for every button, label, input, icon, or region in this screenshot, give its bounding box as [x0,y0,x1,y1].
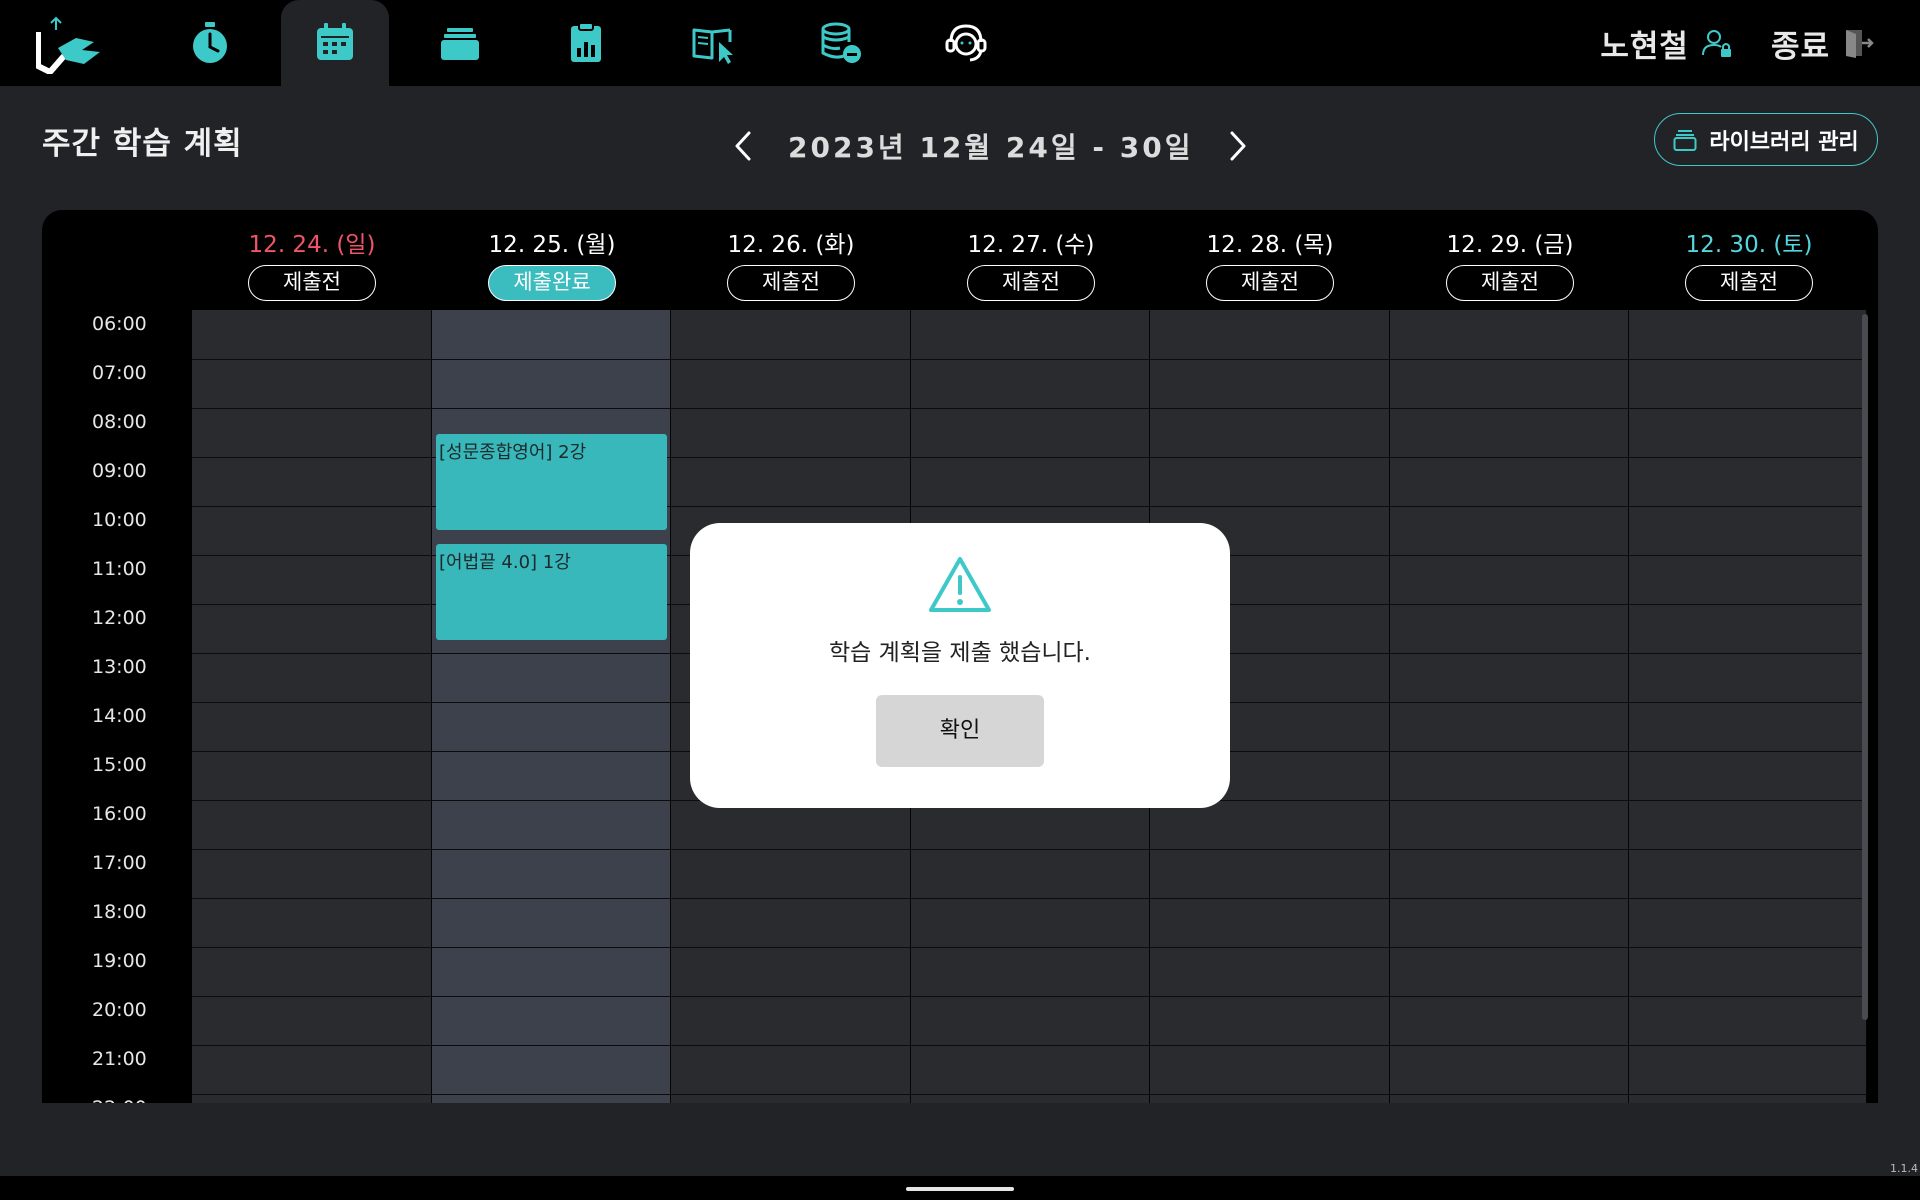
support-headset-icon [945,24,987,62]
app-logo[interactable] [35,16,106,75]
database-icon [821,22,861,63]
calendar-scrollbar[interactable] [1862,314,1868,1020]
time-label: 16:00 [92,803,147,825]
day-header: 12. 28. (목) 제출전 [1150,210,1390,310]
time-label: 11:00 [92,558,147,580]
nav-study[interactable] [660,0,768,86]
time-label: 14:00 [92,705,147,727]
hour-gridline [192,898,1867,899]
timer-icon [193,22,227,63]
time-label: 06:00 [92,313,147,335]
day-column-selected[interactable] [432,310,671,1103]
study-event[interactable]: [어법끝 4.0] 1강 [436,543,667,640]
nav-report[interactable] [532,0,640,86]
time-label: 09:00 [92,460,147,482]
day-status-badge[interactable]: 제출전 [248,265,376,301]
day-header: 12. 25. (월) 제출완료 [432,210,672,310]
day-status-badge[interactable]: 제출완료 [488,265,616,301]
day-status-badge[interactable]: 제출전 [1685,265,1813,301]
nav-calendar[interactable] [281,0,389,86]
user-area: 노현철 종료 [1600,0,1874,86]
prev-week-button[interactable] [728,126,758,166]
hour-gridline [192,359,1867,360]
time-label: 20:00 [92,999,147,1021]
hour-gridline [192,996,1867,997]
hour-gridline [192,947,1867,948]
time-label: 15:00 [92,754,147,776]
page-title: 주간 학습 계획 [42,126,243,162]
day-status-badge[interactable]: 제출전 [1446,265,1574,301]
day-column[interactable] [1629,310,1867,1103]
time-label: 19:00 [92,950,147,972]
confirm-button[interactable]: 확인 [876,695,1044,767]
chevron-left-icon [735,131,751,161]
day-header: 12. 26. (화) 제출전 [671,210,911,310]
library-stack-icon [441,28,479,60]
day-header: 12. 29. (금) 제출전 [1390,210,1630,310]
day-column[interactable] [192,310,432,1103]
top-nav: 노현철 종료 [0,0,1920,86]
time-label: 08:00 [92,411,147,433]
time-label: 17:00 [92,852,147,874]
home-indicator[interactable] [906,1187,1014,1191]
time-label: 18:00 [92,901,147,923]
time-label: 13:00 [92,656,147,678]
study-event[interactable]: [성문종합영어] 2강 [436,433,667,530]
day-date: 12. 24. (일) [248,232,376,258]
day-status-badge[interactable]: 제출전 [1206,265,1334,301]
book-cursor-icon [692,28,733,64]
hour-gridline [192,849,1867,850]
dialog-message: 학습 계획을 제출 했습니다. [828,640,1091,666]
library-manage-button[interactable]: 라이브러리 관리 [1654,113,1878,166]
chevron-right-icon [1230,131,1246,161]
user-lock-icon[interactable] [1701,27,1733,59]
nav-timer[interactable] [156,0,264,86]
time-label: 12:00 [92,607,147,629]
time-label: 10:00 [92,509,147,531]
week-range: 2023년 12월 24일 - 30일 [788,131,1194,164]
hour-gridline [192,1094,1867,1095]
nav-database[interactable] [787,0,895,86]
day-date: 12. 30. (토) [1685,232,1813,258]
calendar-icon [317,23,353,60]
library-manage-label: 라이브러리 관리 [1709,129,1859,155]
day-date: 12. 25. (월) [488,232,616,258]
day-date: 12. 26. (화) [727,232,855,258]
time-label: 07:00 [92,362,147,384]
exit-label[interactable]: 종료 [1771,21,1830,66]
report-clipboard-icon [571,22,601,62]
week-navigator: 2023년 12월 24일 - 30일 [728,122,1253,170]
day-status-badge[interactable]: 제출전 [727,265,855,301]
day-date: 12. 29. (금) [1446,232,1574,258]
hour-gridline [192,1045,1867,1046]
nav-support[interactable] [912,0,1020,86]
time-label: 21:00 [92,1048,147,1070]
user-name: 노현철 [1600,28,1689,65]
day-column[interactable] [1390,310,1629,1103]
library-stack-icon [1673,129,1697,151]
day-header: 12. 30. (토) 제출전 [1629,210,1869,310]
day-status-badge[interactable]: 제출전 [967,265,1095,301]
nav-library[interactable] [406,0,514,86]
app-version: 1.1.4 [1890,1162,1918,1175]
time-label: 22:00 [92,1097,147,1103]
next-week-button[interactable] [1223,126,1253,166]
day-header: 12. 27. (수) 제출전 [911,210,1151,310]
day-date: 12. 27. (수) [967,232,1095,258]
hour-gridline [192,408,1867,409]
exit-door-icon[interactable] [1842,27,1874,59]
day-date: 12. 28. (목) [1206,232,1334,258]
warning-icon [929,557,991,612]
day-header: 12. 24. (일) 제출전 [192,210,432,310]
submit-success-dialog: 학습 계획을 제출 했습니다. 확인 [690,523,1230,808]
